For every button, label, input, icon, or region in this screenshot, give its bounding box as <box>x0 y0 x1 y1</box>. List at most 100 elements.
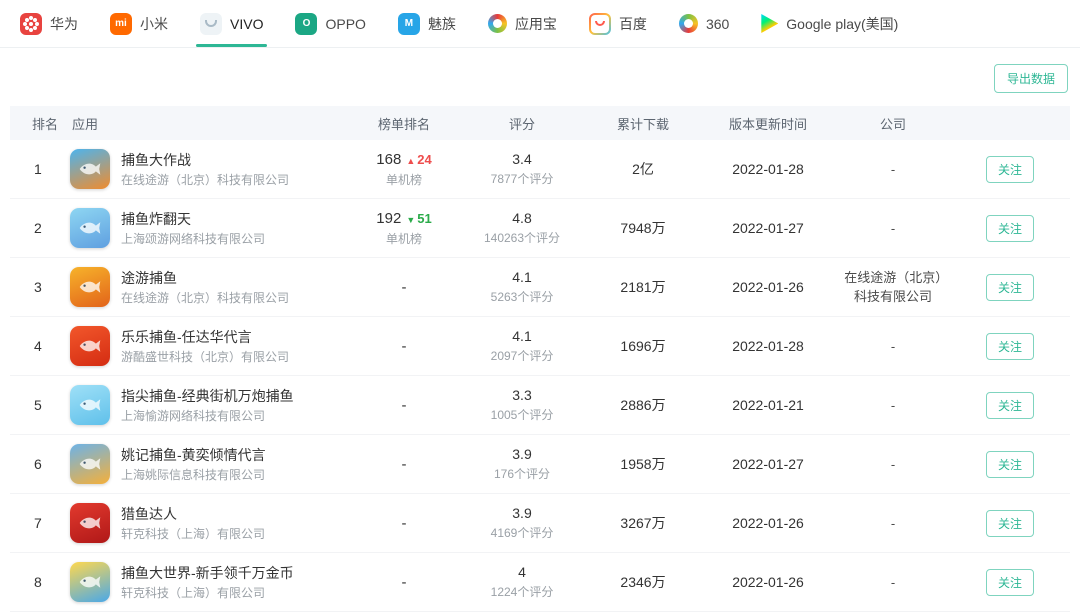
store-tab-google-play[interactable]: Google play(美国) <box>761 0 898 47</box>
rank-cell: 1 <box>10 161 70 177</box>
header-chart-rank: 榜单排名 <box>350 114 458 133</box>
table-row: 4 乐乐捕鱼-任达华代言 游酷盛世科技（北京）有限公司 - 4.1 2097个评… <box>10 317 1070 376</box>
action-cell: 关注 <box>950 274 1070 301</box>
app-cell: 捕鱼大世界-新手领千万金币 轩克科技（上海）有限公司 <box>70 562 350 602</box>
app-text: 猎鱼达人 轩克科技（上海）有限公司 <box>121 505 265 542</box>
follow-button[interactable]: 关注 <box>986 451 1034 478</box>
rating-cell: 4 1224个评分 <box>458 564 586 600</box>
chart-rank-cell: - <box>350 574 458 591</box>
header-downloads: 累计下载 <box>586 114 700 133</box>
chart-rank-cell: - <box>350 338 458 355</box>
app-ranking-table: 排名 应用 榜单排名 评分 累计下载 版本更新时间 公司 1 捕鱼大作战 在线途… <box>10 106 1070 612</box>
header-rank: 排名 <box>10 114 70 133</box>
fish-icon <box>77 510 103 536</box>
company-cell: - <box>836 514 950 533</box>
follow-button[interactable]: 关注 <box>986 215 1034 242</box>
store-tab-label: 应用宝 <box>515 14 557 34</box>
store-tab-huawei[interactable]: 华为 <box>20 0 78 47</box>
chart-rank-line: - <box>402 279 407 296</box>
rating-value: 4.8 <box>512 210 531 226</box>
rating-count: 4169个评分 <box>491 524 554 541</box>
rating-value: 3.9 <box>512 505 531 521</box>
fish-icon <box>77 274 103 300</box>
company-cell: 在线途游（北京）科技有限公司 <box>836 268 950 306</box>
app-name[interactable]: 乐乐捕鱼-任达华代言 <box>121 328 289 346</box>
downloads-cell: 2亿 <box>586 159 700 179</box>
rating-count: 5263个评分 <box>491 288 554 305</box>
follow-button[interactable]: 关注 <box>986 274 1034 301</box>
export-data-button[interactable]: 导出数据 <box>994 64 1068 93</box>
toolbar: 导出数据 <box>0 64 1068 92</box>
rating-cell: 4.1 5263个评分 <box>458 269 586 305</box>
trend-arrow-icon: ▲ <box>406 156 415 166</box>
header-rating: 评分 <box>458 114 586 133</box>
action-cell: 关注 <box>950 156 1070 183</box>
app-cell: 猎鱼达人 轩克科技（上海）有限公司 <box>70 503 350 543</box>
follow-button[interactable]: 关注 <box>986 392 1034 419</box>
store-tab-oppo[interactable]: O OPPO <box>295 0 365 47</box>
app-cell: 捕鱼炸翻天 上海颂游网络科技有限公司 <box>70 208 350 248</box>
store-tab-baidu[interactable]: 百度 <box>589 0 647 47</box>
chart-rank-cell: 192 ▼51 单机榜 <box>350 210 458 247</box>
chart-rank-value: - <box>402 574 407 591</box>
rank-cell: 6 <box>10 456 70 472</box>
rank-cell: 8 <box>10 574 70 590</box>
app-name[interactable]: 捕鱼炸翻天 <box>121 210 265 228</box>
app-cell: 捕鱼大作战 在线途游（北京）科技有限公司 <box>70 149 350 189</box>
chart-rank-line: 168 ▲24 <box>376 151 431 168</box>
store-tab-label: VIVO <box>230 16 263 32</box>
app-name[interactable]: 捕鱼大作战 <box>121 151 289 169</box>
rating-count: 140263个评分 <box>484 229 560 246</box>
chart-type: 单机榜 <box>386 230 422 247</box>
rating-count: 7877个评分 <box>491 170 554 187</box>
app-developer: 轩克科技（上海）有限公司 <box>121 585 294 601</box>
rating-value: 3.4 <box>512 151 531 167</box>
rating-value: 4 <box>518 564 526 580</box>
follow-button[interactable]: 关注 <box>986 510 1034 537</box>
updated-cell: 2022-01-28 <box>700 161 836 177</box>
table-row: 2 捕鱼炸翻天 上海颂游网络科技有限公司 192 ▼51 单机榜 4.8 140… <box>10 199 1070 258</box>
table-row: 7 猎鱼达人 轩克科技（上海）有限公司 - 3.9 4169个评分 <box>10 494 1070 553</box>
store-tab-label: OPPO <box>325 16 365 32</box>
follow-button[interactable]: 关注 <box>986 156 1034 183</box>
follow-button[interactable]: 关注 <box>986 569 1034 596</box>
rank-cell: 3 <box>10 279 70 295</box>
chart-rank-value: 168 <box>376 151 401 168</box>
rating-value: 3.3 <box>512 387 531 403</box>
header-company: 公司 <box>836 114 950 133</box>
action-cell: 关注 <box>950 392 1070 419</box>
store-tab-360[interactable]: 360 <box>679 0 729 47</box>
app-name[interactable]: 姚记捕鱼-黄奕倾情代言 <box>121 446 266 464</box>
updated-cell: 2022-01-27 <box>700 456 836 472</box>
app-name[interactable]: 指尖捕鱼-经典街机万炮捕鱼 <box>121 387 294 405</box>
store-tabs: 华为 mi 小米 VIVO O OPPO M 魅族 应用宝 百度 360 Goo… <box>0 0 1080 48</box>
follow-button[interactable]: 关注 <box>986 333 1034 360</box>
store-tab-label: 魅族 <box>428 14 456 34</box>
chart-rank-value: - <box>402 515 407 532</box>
chart-rank-line: 192 ▼51 <box>376 210 431 227</box>
chart-rank-line: - <box>402 397 407 414</box>
updated-cell: 2022-01-26 <box>700 279 836 295</box>
rating-count: 176个评分 <box>494 465 550 482</box>
rating-cell: 4.8 140263个评分 <box>458 210 586 246</box>
updated-cell: 2022-01-28 <box>700 338 836 354</box>
store-tab-vivo[interactable]: VIVO <box>200 0 263 47</box>
rating-value: 4.1 <box>512 269 531 285</box>
vivo-icon <box>200 13 222 35</box>
app-name[interactable]: 途游捕鱼 <box>121 269 289 287</box>
app-name[interactable]: 猎鱼达人 <box>121 505 265 523</box>
chart-rank-cell: - <box>350 279 458 296</box>
updated-cell: 2022-01-21 <box>700 397 836 413</box>
trend-indicator: ▼51 <box>406 211 431 226</box>
downloads-cell: 2181万 <box>586 277 700 297</box>
store-tab-meizu[interactable]: M 魅族 <box>398 0 456 47</box>
company-cell: - <box>836 396 950 415</box>
action-cell: 关注 <box>950 333 1070 360</box>
store-tab-yingyongbao[interactable]: 应用宝 <box>488 0 557 47</box>
app-text: 乐乐捕鱼-任达华代言 游酷盛世科技（北京）有限公司 <box>121 328 289 365</box>
table-body: 1 捕鱼大作战 在线途游（北京）科技有限公司 168 ▲24 单机榜 3.4 7… <box>10 140 1070 612</box>
store-tab-xiaomi[interactable]: mi 小米 <box>110 0 168 47</box>
rating-cell: 3.9 176个评分 <box>458 446 586 482</box>
app-name[interactable]: 捕鱼大世界-新手领千万金币 <box>121 564 294 582</box>
table-row: 1 捕鱼大作战 在线途游（北京）科技有限公司 168 ▲24 单机榜 3.4 7… <box>10 140 1070 199</box>
